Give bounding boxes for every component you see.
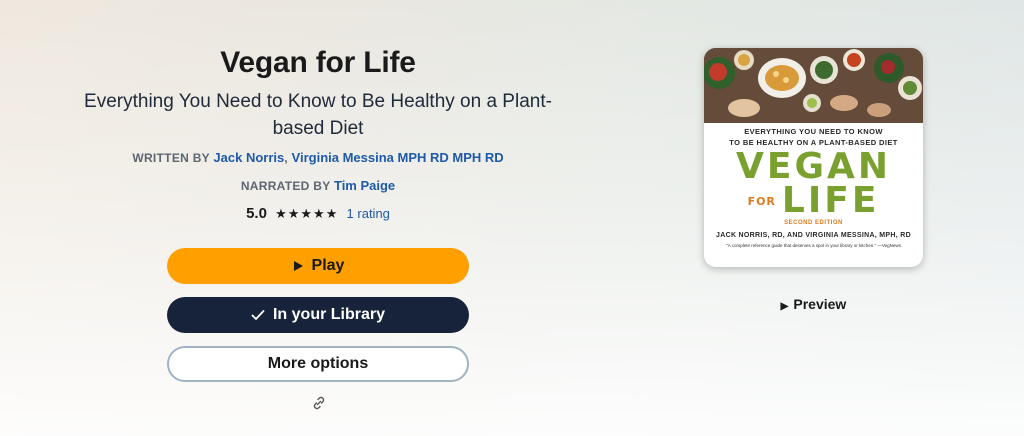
link-icon[interactable] — [311, 395, 327, 411]
play-icon — [293, 261, 303, 271]
play-button[interactable]: Play — [167, 248, 469, 284]
written-by: WRITTEN BY Jack Norris, Virginia Messina… — [0, 150, 636, 165]
play-button-label: Play — [311, 257, 345, 274]
preview-button[interactable]: ▶ Preview — [704, 296, 923, 312]
narrator-link[interactable]: Tim Paige — [334, 178, 395, 193]
in-library-button[interactable]: In your Library — [167, 297, 469, 333]
cover-authors: JACK NORRIS, RD, AND VIRGINIA MESSINA, M… — [716, 232, 911, 239]
rating-count-link[interactable]: 1 rating — [347, 206, 390, 221]
in-library-button-label: In your Library — [272, 306, 386, 323]
star-icon: ★★★★★ — [275, 206, 339, 221]
author-link-2[interactable]: Virginia Messina MPH RD MPH RD — [292, 150, 504, 165]
book-cover[interactable]: EVERYTHING YOU NEED TO KNOW TO BE HEALTH… — [704, 48, 923, 267]
cover-text: EVERYTHING YOU NEED TO KNOW TO BE HEALTH… — [704, 125, 923, 248]
cover-word-life: LIFE — [781, 180, 880, 221]
more-options-button-label: More options — [267, 355, 369, 372]
cover-word-for: FOR — [747, 194, 776, 208]
cover-quote: "A complete reference guide that deserve… — [726, 243, 901, 248]
author-separator: , — [284, 151, 288, 165]
rating: 5.0 ★★★★★ 1 rating — [0, 205, 636, 222]
narrated-by-label: NARRATED BY — [240, 179, 331, 193]
cover-photo — [704, 48, 923, 123]
narrated-by: NARRATED BY Tim Paige — [0, 178, 636, 193]
author-link-1[interactable]: Jack Norris — [213, 150, 284, 165]
cover-for-life: FOR LIFE — [704, 183, 923, 219]
cover-tagline-1: EVERYTHING YOU NEED TO KNOW — [744, 127, 883, 136]
more-options-button[interactable]: More options — [167, 346, 469, 382]
check-icon — [251, 310, 265, 320]
book-subtitle: Everything You Need to Know to Be Health… — [84, 91, 552, 139]
play-triangle-icon: ▶ — [780, 301, 789, 312]
cover-edition: SECOND EDITION — [784, 220, 843, 226]
preview-label: Preview — [793, 296, 847, 312]
written-by-label: WRITTEN BY — [132, 151, 210, 165]
book-title: Vegan for Life — [220, 46, 416, 79]
rating-value: 5.0 — [246, 205, 267, 222]
